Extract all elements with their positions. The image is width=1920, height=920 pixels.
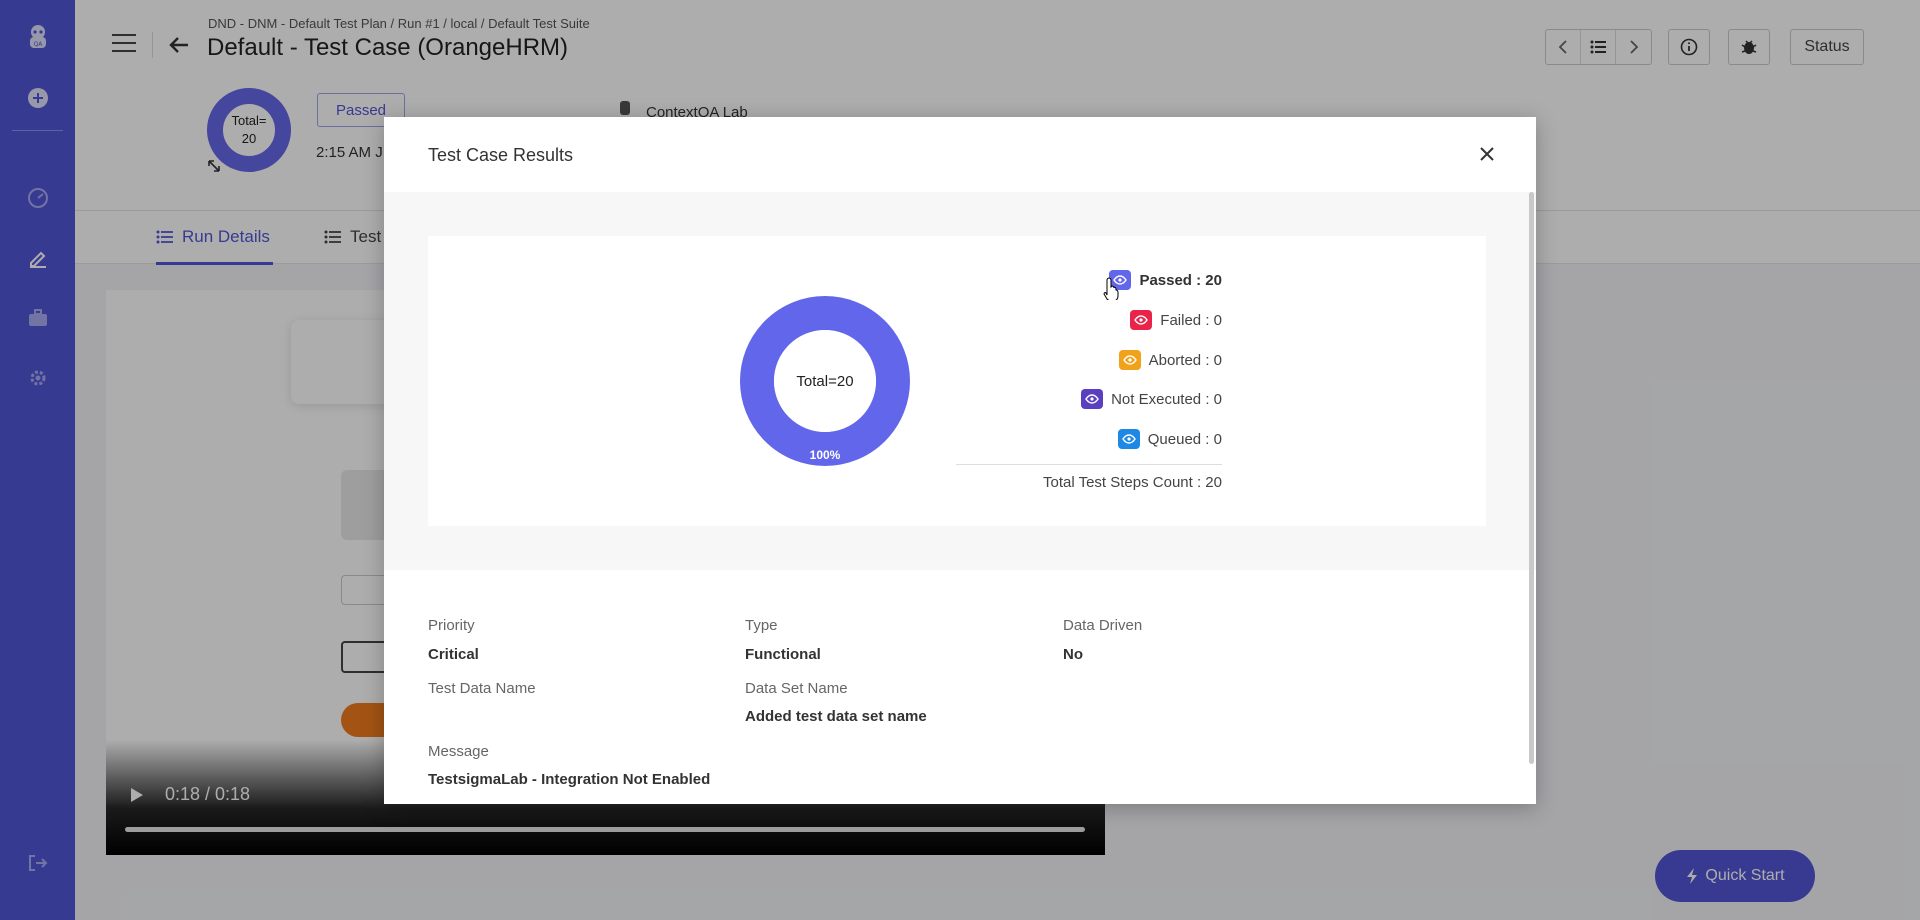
legend-divider (956, 464, 1222, 465)
hand-cursor-icon (1103, 276, 1121, 305)
legend-item[interactable]: Queued : 0 (1117, 429, 1222, 449)
data-driven-value: No (1063, 646, 1083, 663)
close-icon[interactable] (1474, 141, 1500, 167)
legend-item[interactable]: Passed : 20 (1109, 270, 1222, 290)
donut-percent-label: 100% (810, 448, 841, 462)
modal-scrollbar[interactable] (1529, 192, 1534, 764)
priority-value: Critical (428, 646, 479, 663)
total-steps-count: Total Test Steps Count : 20 (1043, 474, 1222, 491)
legend-item[interactable]: Failed : 0 (1130, 310, 1222, 330)
legend-label: Aborted : 0 (1148, 351, 1222, 369)
results-chart-card (428, 236, 1486, 526)
test-data-name-label: Test Data Name (428, 680, 536, 697)
message-label: Message (428, 743, 489, 760)
priority-label: Priority (428, 617, 475, 634)
type-value: Functional (745, 646, 821, 663)
eye-icon[interactable] (1130, 310, 1153, 330)
data-driven-label: Data Driven (1063, 617, 1143, 634)
data-set-name-value: Added test data set name (745, 708, 927, 725)
data-set-name-label: Data Set Name (745, 680, 848, 697)
type-label: Type (745, 617, 778, 634)
eye-icon[interactable] (1117, 429, 1140, 449)
eye-icon[interactable] (1118, 350, 1141, 370)
legend-item[interactable]: Aborted : 0 (1118, 350, 1222, 370)
results-donut-chart: Total=20 100% (740, 296, 910, 466)
legend-label: Queued : 0 (1147, 430, 1222, 448)
legend-item[interactable]: Not Executed : 0 (1081, 389, 1222, 409)
eye-icon[interactable] (1081, 389, 1104, 409)
legend-label: Failed : 0 (1160, 311, 1222, 329)
message-value: TestsigmaLab - Integration Not Enabled (428, 771, 711, 788)
test-case-results-modal: Test Case Results Priority Critical Type… (384, 117, 1536, 804)
legend-label: Not Executed : 0 (1111, 390, 1222, 408)
modal-title: Test Case Results (428, 145, 574, 165)
legend-label: Passed : 20 (1139, 271, 1222, 289)
donut-center-label: Total=20 (796, 373, 853, 390)
